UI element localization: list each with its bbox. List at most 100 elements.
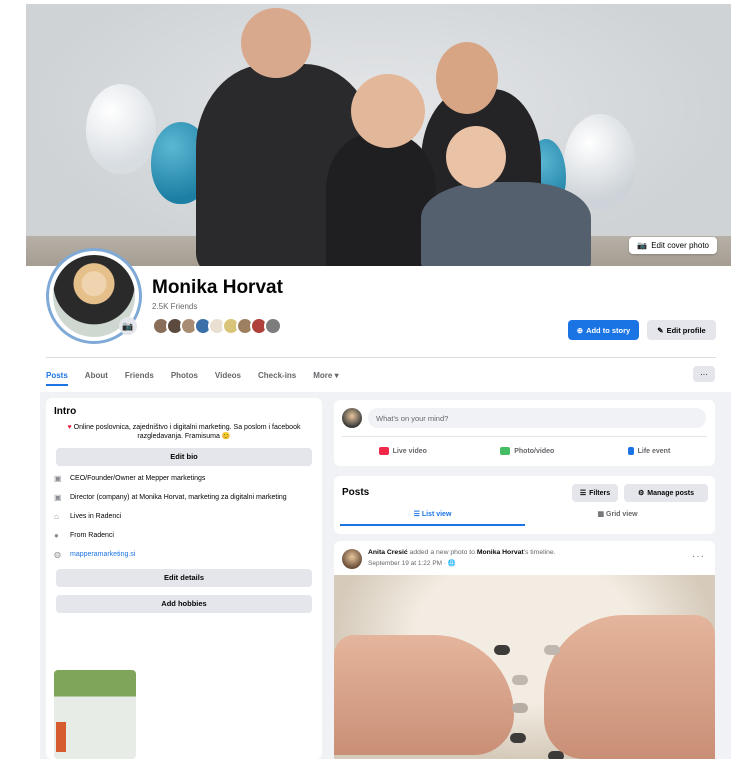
- grid-view-label: Grid view: [606, 511, 638, 518]
- intro-detail-text: Lives in Radenci: [70, 512, 122, 520]
- video-camera-icon: [378, 447, 389, 455]
- featured-photo-figure: [56, 722, 66, 752]
- intro-title: Intro: [54, 406, 77, 417]
- edit-bio-button[interactable]: Edit bio: [56, 447, 312, 466]
- photo-video-label: Photo/video: [514, 447, 555, 455]
- tab-posts[interactable]: Posts: [46, 371, 68, 386]
- manage-posts-button[interactable]: ⚙ Manage posts: [624, 484, 708, 502]
- grid-view-tab[interactable]: ▦ Grid view: [525, 510, 710, 518]
- post-author[interactable]: Anita Cresić: [368, 549, 408, 556]
- edit-details-button[interactable]: Edit details: [56, 568, 312, 587]
- add-to-story-button[interactable]: ⊕ Add to story: [568, 320, 639, 340]
- intro-card: Intro ♥ Online poslovnica, zajedništvo i…: [46, 398, 322, 759]
- cover-person-dad-head: [241, 8, 311, 78]
- post-suffix: 's timeline.: [523, 549, 556, 556]
- tabs-options-button[interactable]: ···: [693, 366, 715, 382]
- tab-more[interactable]: More ▾: [313, 371, 338, 380]
- tab-check-ins[interactable]: Check-ins: [258, 371, 296, 380]
- edit-profile-button[interactable]: ✎ Edit profile: [647, 320, 716, 340]
- post-options-icon[interactable]: ···: [692, 551, 705, 562]
- profile-tabs: Posts About Friends Photos Videos Check-…: [46, 363, 339, 387]
- list-view-tab[interactable]: ☰ List view: [340, 510, 525, 526]
- cover-person-kid-head: [351, 74, 425, 148]
- globe-icon: ◍: [54, 549, 61, 559]
- edit-cover-photo-label: Edit cover photo: [651, 241, 709, 250]
- header-divider: [46, 357, 716, 358]
- camera-icon[interactable]: 📷: [119, 317, 137, 335]
- edit-cover-photo-button[interactable]: 📷 Edit cover photo: [629, 237, 717, 254]
- post-action: added a new photo to: [409, 549, 475, 556]
- profile-name: Monika Horvat: [152, 277, 283, 298]
- list-view-label: List view: [421, 511, 452, 518]
- tab-about[interactable]: About: [85, 371, 108, 380]
- post-card: Anita Cresić added a new photo to Monika…: [334, 541, 715, 759]
- friend-avatars-row[interactable]: [152, 317, 282, 335]
- home-icon: ⌂: [54, 511, 59, 521]
- intro-detail-website: ◍ mapperamarketing.si: [54, 550, 314, 560]
- post-photo-nail: [512, 675, 528, 685]
- post-header-line: Anita Cresić added a new photo to Monika…: [368, 549, 556, 556]
- post-photo-nail: [510, 733, 526, 743]
- add-to-story-label: Add to story: [586, 325, 631, 335]
- intro-detail-text: From Radenci: [70, 531, 114, 539]
- post-photo-nail: [494, 645, 510, 655]
- pin-icon: ●: [54, 530, 59, 540]
- edit-profile-label: Edit profile: [666, 325, 706, 335]
- post-photo-hand-right: [544, 615, 715, 759]
- heart-icon: ♥: [67, 424, 72, 431]
- profile-avatar[interactable]: 📷: [46, 248, 142, 344]
- intro-detail-work-2: ▣ Director (company) at Monika Horvat, m…: [54, 493, 314, 503]
- tab-videos[interactable]: Videos: [215, 371, 241, 380]
- list-icon: ☰: [413, 511, 420, 518]
- cover-person-mom-head: [436, 42, 498, 114]
- avatar[interactable]: [342, 408, 362, 428]
- briefcase-icon: ▣: [54, 473, 62, 483]
- tab-photos[interactable]: Photos: [171, 371, 198, 380]
- grid-icon: ▦: [597, 511, 605, 518]
- post-photo-hand-left: [334, 635, 514, 755]
- live-video-button[interactable]: Live video: [378, 442, 427, 460]
- filters-label: Filters: [589, 489, 611, 497]
- live-video-label: Live video: [392, 447, 427, 455]
- photo-video-button[interactable]: Photo/video: [500, 442, 554, 460]
- camera-icon: 📷: [637, 241, 648, 250]
- post-photo-nail: [548, 751, 564, 759]
- posts-title: Posts: [342, 487, 370, 498]
- intro-detail-text: CEO/Founder/Owner at Mepper marketings: [70, 474, 206, 482]
- gear-icon: ⚙: [638, 490, 645, 497]
- cover-person-baby-head: [446, 126, 506, 188]
- post-target[interactable]: Monika Horvat: [477, 549, 524, 556]
- intro-detail-lives: ⌂ Lives in Radenci: [54, 512, 314, 522]
- intro-bio-text: Online poslovnica, zajedništvo i digital…: [73, 424, 301, 441]
- cover-person-baby: [421, 182, 591, 266]
- post-photo-nail: [512, 703, 528, 713]
- filters-button[interactable]: ☰ Filters: [572, 484, 618, 502]
- life-event-label: Life event: [637, 447, 671, 455]
- briefcase-icon: ▣: [54, 492, 62, 502]
- composer-divider: [342, 436, 707, 437]
- life-event-button[interactable]: Life event: [627, 442, 671, 460]
- cover-photo[interactable]: 📷 Edit cover photo: [26, 4, 731, 266]
- pencil-icon: ✎: [657, 325, 664, 335]
- friend-avatar[interactable]: [264, 317, 282, 335]
- featured-photo[interactable]: [54, 670, 136, 759]
- composer-actions: Live video Photo/video Life event: [342, 442, 707, 460]
- intro-detail-from: ● From Radenci: [54, 531, 314, 541]
- cover-person-kid: [326, 134, 436, 266]
- post-photo[interactable]: [334, 575, 715, 759]
- filter-icon: ☰: [579, 490, 587, 497]
- photo-icon: [500, 447, 511, 455]
- plus-icon: ⊕: [576, 325, 584, 335]
- composer-input[interactable]: What's on your mind?: [368, 408, 706, 428]
- post-photo-nail: [544, 645, 560, 655]
- tab-friends[interactable]: Friends: [125, 371, 154, 380]
- friends-count[interactable]: 2.5K Friends: [152, 302, 197, 311]
- avatar[interactable]: [342, 549, 362, 569]
- intro-detail-work-1: ▣ CEO/Founder/Owner at Mepper marketings: [54, 474, 314, 484]
- flag-icon: [627, 447, 634, 455]
- post-composer: What's on your mind? Live video Photo/vi…: [334, 400, 715, 466]
- add-hobbies-button[interactable]: Add hobbies: [56, 594, 312, 613]
- manage-posts-label: Manage posts: [647, 489, 694, 497]
- post-timestamp[interactable]: September 19 at 1:22 PM · 🌐: [368, 559, 456, 567]
- website-link[interactable]: mapperamarketing.si: [70, 550, 135, 559]
